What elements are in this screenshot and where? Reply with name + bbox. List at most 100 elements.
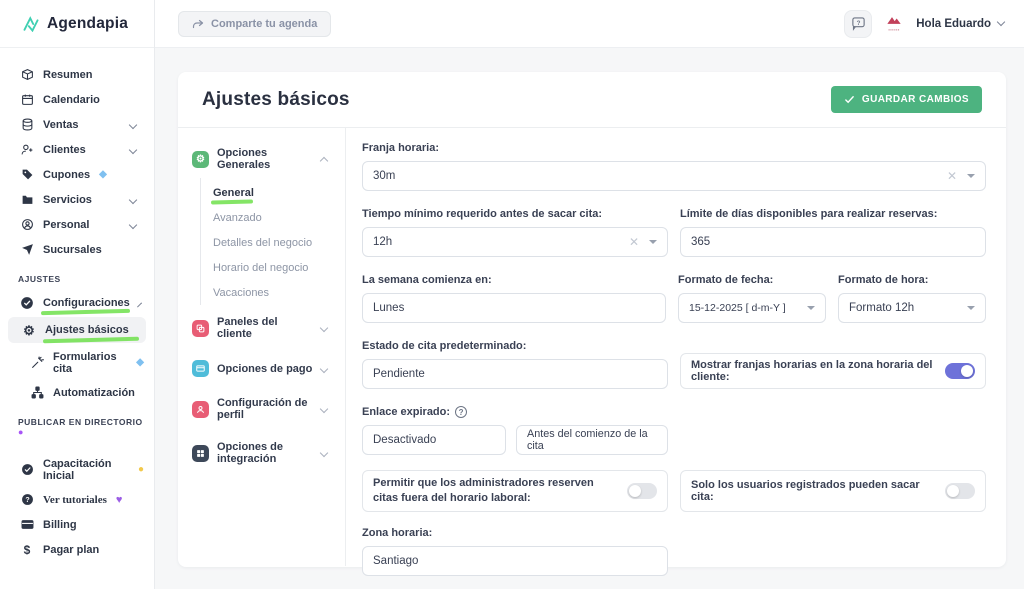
sidebar-item-resumen[interactable]: Resumen xyxy=(0,62,154,87)
caret-down-icon xyxy=(649,240,657,244)
magic-wand-icon xyxy=(30,356,44,370)
nav-group-opciones-generales[interactable]: ⚙ Opciones Generales xyxy=(192,142,335,176)
calendar-icon xyxy=(20,93,34,107)
zona-horaria-label: Zona horaria: xyxy=(362,527,668,539)
chevron-down-icon xyxy=(129,145,137,153)
enlace-expirado-label: Enlace expirado: ? xyxy=(362,406,986,418)
chat-question-icon: ? xyxy=(851,16,866,31)
sidebar-item-calendario[interactable]: Calendario xyxy=(0,87,154,112)
nav-group-configuracion-perfil[interactable]: Configuración de perfil xyxy=(192,392,335,426)
help-question-icon[interactable]: ? xyxy=(455,406,467,418)
sidebar-item-clientes[interactable]: Clientes xyxy=(0,137,154,162)
gear-square-icon: ⚙ xyxy=(192,151,209,168)
solo-registrados-toggle-box: Solo los usuarios registrados pueden sac… xyxy=(680,470,986,512)
box-icon xyxy=(20,68,34,82)
tiempo-minimo-label: Tiempo mínimo requerido antes de sacar c… xyxy=(362,208,668,220)
semana-comienza-select[interactable]: Lunes xyxy=(362,293,666,323)
clear-icon[interactable]: ✕ xyxy=(629,235,639,249)
sidebar-item-billing[interactable]: Billing xyxy=(0,512,154,537)
partner-logo[interactable]: ▪▪▪▪▪▪ xyxy=(886,15,902,32)
settings-card: Ajustes básicos GUARDAR CAMBIOS ⚙ Opcion… xyxy=(178,72,1006,567)
sidebar-item-servicios[interactable]: Servicios xyxy=(0,187,154,212)
user-circle-icon xyxy=(20,218,34,232)
profile-square-icon xyxy=(192,401,209,418)
app-logo[interactable]: Agendapia xyxy=(0,0,154,48)
nav-group-opciones-integracion[interactable]: Opciones de integración xyxy=(192,436,335,470)
franja-horaria-select[interactable]: 30m ✕ xyxy=(362,161,986,191)
help-chat-button[interactable]: ? xyxy=(844,10,872,38)
question-circle-icon: ? xyxy=(20,493,34,507)
clear-icon[interactable]: ✕ xyxy=(947,169,957,183)
dollar-icon: $ xyxy=(20,543,34,557)
estado-cita-select[interactable]: Pendiente xyxy=(362,359,668,389)
nav-group-paneles-cliente[interactable]: Paneles del cliente xyxy=(192,311,335,345)
payment-square-icon xyxy=(192,360,209,377)
sidebar-item-cupones[interactable]: Cupones ◆ xyxy=(0,162,154,187)
zona-horaria-select[interactable]: Santiago xyxy=(362,546,668,576)
sidebar-item-pagar-plan[interactable]: $ Pagar plan xyxy=(0,537,154,562)
folder-icon xyxy=(20,193,34,207)
nav-item-detalles-negocio[interactable]: Detalles del negocio xyxy=(213,230,335,255)
general-settings-form: Franja horaria: 30m ✕ Tiempo mínimo requ… xyxy=(346,128,1006,566)
mostrar-franjas-toggle[interactable] xyxy=(945,363,975,379)
chevron-down-icon xyxy=(129,120,137,128)
section-publicar: PUBLICAR EN DIRECTORIO ● xyxy=(0,405,154,444)
user-menu[interactable]: Hola Eduardo xyxy=(916,18,1004,30)
limite-dias-input[interactable]: 365 xyxy=(680,227,986,257)
caret-down-icon xyxy=(807,306,815,310)
sidebar-item-configuraciones[interactable]: Configuraciones xyxy=(0,290,154,315)
sidebar: Agendapia Resumen Calendario Ventas Clie… xyxy=(0,0,155,589)
check-icon xyxy=(844,94,855,105)
estado-cita-label: Estado de cita predeterminado: xyxy=(362,340,668,352)
diamond-badge-icon: ◆ xyxy=(136,357,144,368)
formato-fecha-select[interactable]: 15-12-2025 [ d-m-Y ] xyxy=(678,293,826,323)
panels-square-icon xyxy=(192,320,209,337)
app-name: Agendapia xyxy=(47,15,128,33)
sidebar-item-capacitacion[interactable]: Capacitación Inicial ● xyxy=(0,452,154,487)
section-ajustes: AJUSTES xyxy=(0,262,154,290)
partner-brand-icon xyxy=(886,15,902,26)
card-header: Ajustes básicos GUARDAR CAMBIOS xyxy=(178,72,1006,128)
sidebar-item-ver-tutoriales[interactable]: ? Ver tutoriales ♥ xyxy=(0,487,154,512)
chevron-down-icon xyxy=(997,18,1005,26)
chevron-down-icon xyxy=(129,195,137,203)
nav-group-opciones-pago[interactable]: Opciones de pago xyxy=(192,355,335,382)
formato-hora-label: Formato de hora: xyxy=(838,274,986,286)
sidebar-item-ajustes-basicos[interactable]: ⚙ Ajustes básicos xyxy=(8,317,146,343)
page-title: Ajustes básicos xyxy=(202,89,350,111)
sidebar-nav: Resumen Calendario Ventas Clientes Cupon… xyxy=(0,48,154,562)
sidebar-item-automatizacion[interactable]: Automatización xyxy=(0,380,154,405)
sidebar-item-ventas[interactable]: Ventas xyxy=(0,112,154,137)
sidebar-item-sucursales[interactable]: Sucursales xyxy=(0,237,154,262)
nav-item-general[interactable]: General xyxy=(213,180,335,205)
permitir-admin-toggle[interactable] xyxy=(627,483,657,499)
user-plus-icon xyxy=(20,143,34,157)
share-arrow-icon xyxy=(192,18,204,30)
solo-registrados-toggle[interactable] xyxy=(945,483,975,499)
share-agenda-button[interactable]: Comparte tu agenda xyxy=(178,11,331,37)
nav-item-horario-negocio[interactable]: Horario del negocio xyxy=(213,255,335,280)
hierarchy-icon xyxy=(30,386,44,400)
opciones-generales-sublist: General Avanzado Detalles del negocio Ho… xyxy=(200,178,335,305)
franja-horaria-label: Franja horaria: xyxy=(362,142,986,154)
integration-square-icon xyxy=(192,445,209,462)
topbar-right-cluster: ? ▪▪▪▪▪▪ Hola Eduardo xyxy=(844,10,1004,38)
save-changes-button[interactable]: GUARDAR CAMBIOS xyxy=(831,86,982,113)
formato-fecha-label: Formato de fecha: xyxy=(678,274,826,286)
enlace-expirado-select-2[interactable]: Antes del comienzo de la cita xyxy=(516,425,668,455)
sidebar-item-personal[interactable]: Personal xyxy=(0,212,154,237)
chevron-up-icon xyxy=(320,157,328,165)
chevron-down-icon xyxy=(320,449,328,457)
purple-dot-icon: ● xyxy=(18,427,24,437)
check-circle-icon xyxy=(20,296,34,310)
tiempo-minimo-select[interactable]: 12h ✕ xyxy=(362,227,668,257)
database-icon xyxy=(20,118,34,132)
credit-card-icon xyxy=(20,518,34,532)
enlace-expirado-select-1[interactable]: Desactivado xyxy=(362,425,506,455)
svg-text:?: ? xyxy=(25,497,29,504)
sidebar-item-formularios-cita[interactable]: Formularios cita ◆ xyxy=(0,345,154,380)
formato-hora-select[interactable]: Formato 12h xyxy=(838,293,986,323)
nav-item-vacaciones[interactable]: Vacaciones xyxy=(213,280,335,305)
topbar: Comparte tu agenda ? ▪▪▪▪▪▪ Hola Eduardo xyxy=(155,0,1024,48)
nav-item-avanzado[interactable]: Avanzado xyxy=(213,205,335,230)
